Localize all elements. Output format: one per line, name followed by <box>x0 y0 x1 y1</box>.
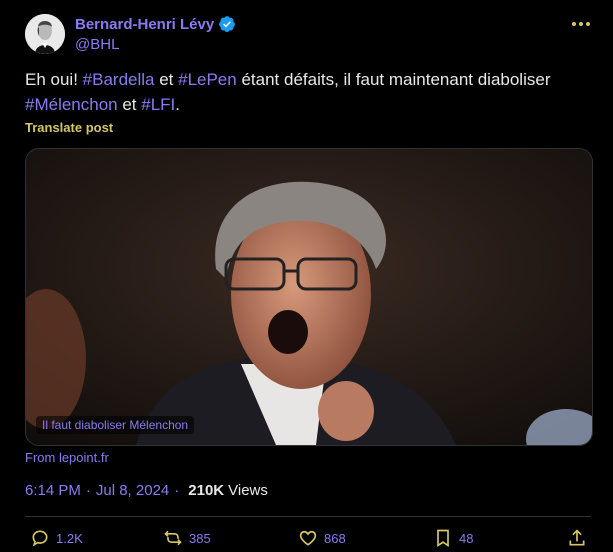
author-name-row: Bernard-Henri Lévy <box>75 14 236 34</box>
views-count: 210K <box>188 482 225 499</box>
repost-button[interactable]: 385 <box>163 528 211 548</box>
meta-separator: · <box>174 482 180 499</box>
tweet-line-2: #Mélenchon et #LFI. <box>25 92 585 117</box>
card-source-link[interactable]: From lepoint.fr <box>25 450 109 465</box>
more-icon <box>572 22 590 26</box>
repost-count: 385 <box>189 530 211 546</box>
author-block: Bernard-Henri Lévy @BHL <box>75 14 236 53</box>
reply-count: 1.2K <box>56 530 83 546</box>
views-label: Views <box>228 482 268 499</box>
hashtag-link[interactable]: #Bardella <box>83 70 155 89</box>
share-button[interactable] <box>567 528 587 548</box>
tweet-text-segment: et <box>154 70 179 89</box>
tweet-text-segment: et <box>117 95 142 114</box>
hashtag-link[interactable]: #Mélenchon <box>25 95 118 114</box>
bookmark-icon <box>437 529 449 548</box>
tweet-text-segment: Eh oui! <box>25 70 83 89</box>
card-image <box>26 149 592 445</box>
bookmark-button[interactable]: 48 <box>433 528 473 548</box>
divider <box>25 516 591 517</box>
tweet-text-segment: étant défaits, il faut maintenant diabol… <box>236 70 551 89</box>
reply-button[interactable]: 1.2K <box>30 528 83 548</box>
author-name[interactable]: Bernard-Henri Lévy <box>75 16 214 33</box>
like-button[interactable]: 868 <box>298 528 346 548</box>
hashtag-link[interactable]: #LePen <box>178 70 237 89</box>
author-handle[interactable]: @BHL <box>75 36 236 53</box>
share-icon <box>569 529 585 546</box>
link-card[interactable]: Il faut diaboliser Mélenchon <box>25 148 593 446</box>
hashtag-link[interactable]: #LFI <box>141 95 175 114</box>
bookmark-count: 48 <box>459 530 474 546</box>
avatar[interactable] <box>25 14 65 54</box>
translate-post-link[interactable]: Translate post <box>25 120 113 135</box>
like-count: 868 <box>324 530 346 546</box>
tweet-text-segment: . <box>175 95 181 114</box>
tweet-text: Eh oui! #Bardella et #LePen étant défait… <box>25 67 585 117</box>
like-icon <box>299 530 317 546</box>
tweet: Bernard-Henri Lévy @BHL Eh oui! #Bardell… <box>0 0 613 552</box>
reply-icon <box>32 530 48 547</box>
tweet-meta: 6:14 PM · Jul 8, 2024 · 210K Views <box>25 482 268 499</box>
more-options-button[interactable] <box>570 14 592 34</box>
verified-icon <box>219 16 236 33</box>
tweet-time[interactable]: 6:14 PM <box>25 482 81 499</box>
action-bar: 1.2K 385 868 48 <box>0 528 613 552</box>
tweet-line-1: Eh oui! #Bardella et #LePen étant défait… <box>25 67 585 92</box>
repost-icon <box>164 530 182 546</box>
tweet-date[interactable]: Jul 8, 2024 <box>96 482 169 499</box>
meta-separator: · <box>85 482 91 499</box>
card-caption[interactable]: Il faut diaboliser Mélenchon <box>36 416 195 434</box>
